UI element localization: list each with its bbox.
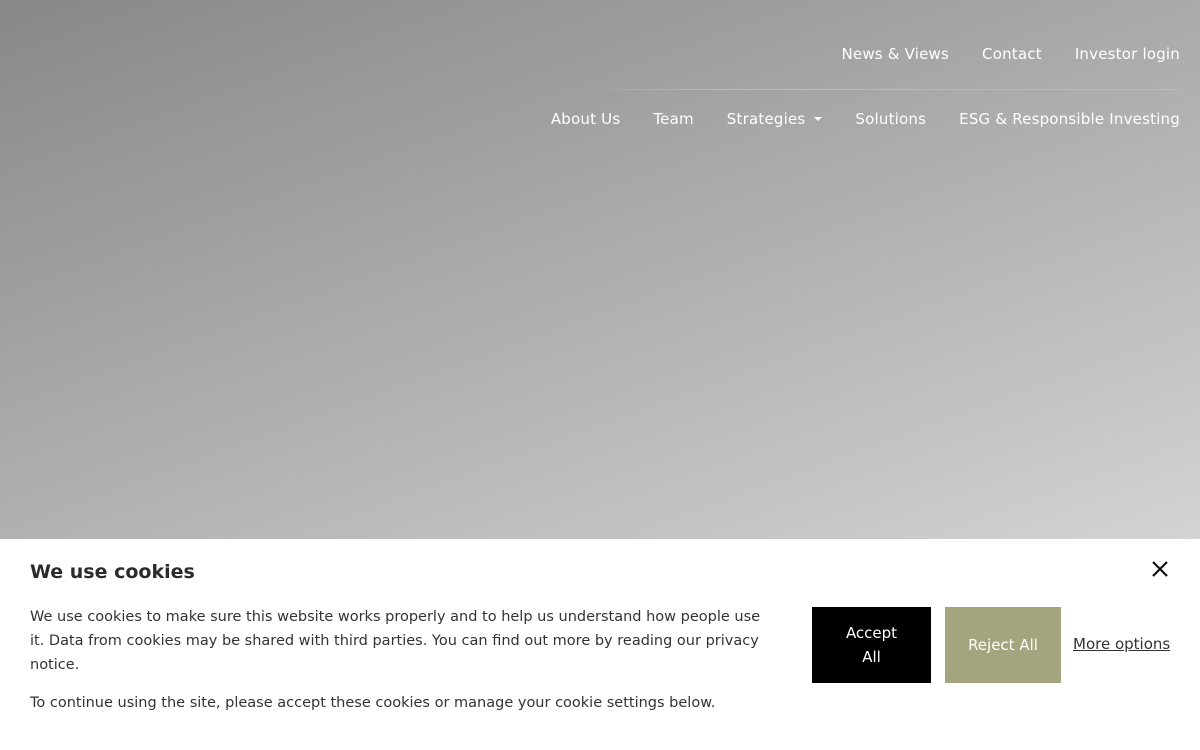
close-icon[interactable]	[1148, 557, 1172, 581]
cookie-description: We use cookies to make sure this website…	[30, 609, 761, 673]
nav-link-investor-login[interactable]: Investor login	[1075, 45, 1180, 63]
nav-link-team[interactable]: Team	[653, 110, 693, 128]
nav-link-contact[interactable]: Contact	[982, 45, 1042, 63]
reject-all-label: Reject All	[968, 636, 1038, 654]
reject-all-button[interactable]: Reject All	[945, 607, 1061, 683]
cookie-banner: We use cookies We use cookies to make su…	[0, 539, 1200, 750]
top-nav: News & Views Contact Investor login	[841, 45, 1180, 63]
nav-link-about-us[interactable]: About Us	[551, 110, 621, 128]
more-options-link[interactable]: More options	[1073, 635, 1170, 653]
nav-link-solutions[interactable]: Solutions	[855, 110, 926, 128]
cookie-instructions: To continue using the site, please accep…	[30, 695, 716, 711]
nav-link-strategies[interactable]: Strategies	[727, 110, 823, 128]
accept-all-label: Accept All	[845, 624, 898, 666]
main-nav: About Us Team Strategies Solutions ESG &…	[551, 110, 1180, 128]
cookie-title: We use cookies	[30, 561, 195, 583]
nav-link-strategies-label: Strategies	[726, 110, 806, 128]
nav-link-esg[interactable]: ESG & Responsible Investing	[959, 110, 1180, 128]
chevron-down-icon	[814, 116, 823, 121]
nav-link-news-views[interactable]: News & Views	[841, 45, 949, 63]
accept-all-button[interactable]: Accept All	[812, 607, 931, 683]
nav-divider	[580, 89, 1180, 90]
